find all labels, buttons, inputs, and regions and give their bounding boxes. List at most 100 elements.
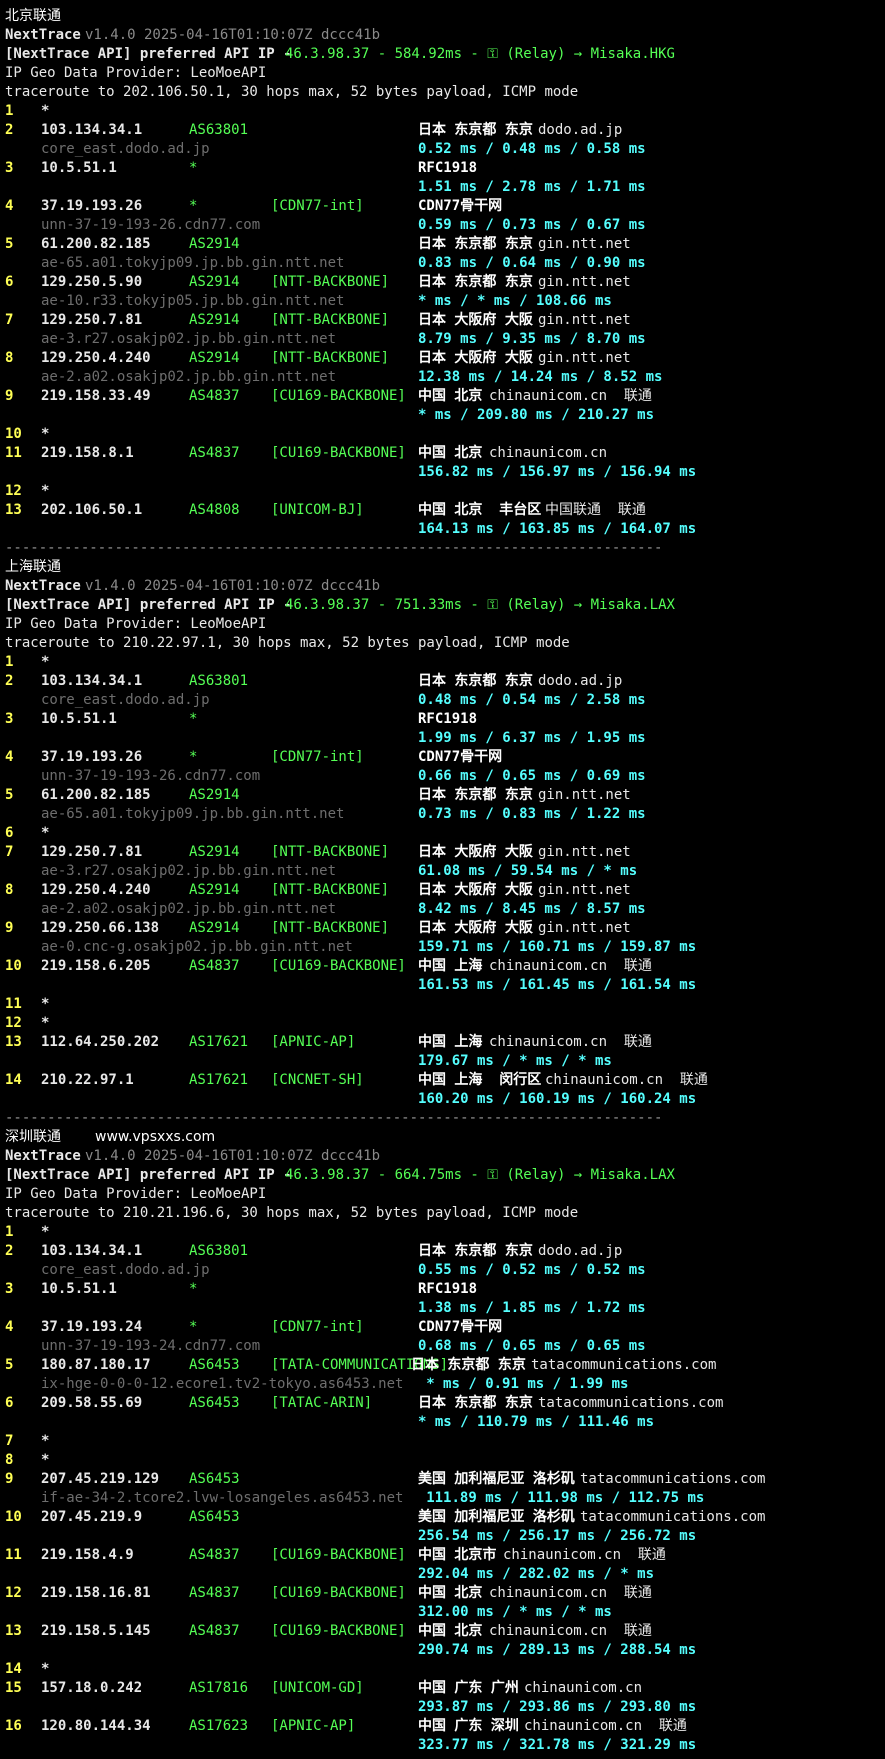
hop-row: 8 129.250.4.240 AS2914 [NTT-BACKBONE] 日本 大阪府…	[5, 349, 880, 368]
hop-rtt: 156.82 ms / 156.97 ms / 156.94 ms	[418, 464, 697, 480]
hop-geo: 日本 东京都 东京	[418, 1395, 533, 1411]
hop-ip: 219.158.16.81	[41, 1585, 151, 1601]
hop-ip: 129.250.7.81	[41, 844, 143, 860]
hop-row: 1 *	[5, 102, 880, 121]
hop-asn: AS2914	[189, 350, 240, 366]
hop-row: 13 202.106.50.1 AS4808 [UNICOM-BJ] 中国 北京 丰台区…	[5, 501, 880, 520]
hop-rdns: ix-hge-0-0-0-12.ecore1.tv2-tokyo.as6453.…	[41, 1376, 404, 1392]
hop-ip: *	[41, 483, 50, 499]
hop-number: 15	[5, 1680, 22, 1696]
hop-number: 7	[5, 1433, 14, 1449]
hop-ip: 180.87.180.17	[41, 1357, 151, 1373]
hop-rtt: 111.89 ms / 111.98 ms / 112.75 ms	[426, 1490, 705, 1506]
api-line: [NextTrace API] preferred API IP - 46.3.…	[5, 45, 880, 64]
hop-geo: 中国 北京	[418, 1585, 483, 1601]
hop-row: 13 219.158.5.145 AS4837 [CU169-BACKBONE] 中国 …	[5, 1622, 880, 1641]
hop-tag: [NTT-BACKBONE]	[271, 844, 390, 860]
hop-domain: chinaunicom.cn 联通	[503, 1547, 666, 1563]
hop-detail-row: 161.53 ms / 161.45 ms / 161.54 ms	[5, 976, 880, 995]
hop-rtt: 0.83 ms / 0.64 ms / 0.90 ms	[418, 255, 646, 271]
hop-rtt: 0.52 ms / 0.48 ms / 0.58 ms	[418, 141, 646, 157]
hop-row: 2 103.134.34.1 AS63801 日本 东京都 东京 dodo.ad.jp	[5, 1242, 880, 1261]
hop-detail-row: ae-65.a01.tokyjp09.jp.bb.gin.ntt.net 0.73…	[5, 805, 880, 824]
hop-row: 5 61.200.82.185 AS2914 日本 东京都 东京 gin.ntt.net	[5, 235, 880, 254]
hop-rdns: ae-3.r27.osakjp02.jp.bb.gin.ntt.net	[41, 863, 337, 879]
hop-rtt: 256.54 ms / 256.17 ms / 256.72 ms	[418, 1528, 697, 1544]
hop-domain: gin.ntt.net	[538, 312, 631, 328]
hop-asn: *	[189, 198, 198, 214]
hop-row: 14 210.22.97.1 AS17621 [CNCNET-SH] 中国 上海 闵行区…	[5, 1071, 880, 1090]
hop-tag: [CU169-BACKBONE]	[271, 1623, 406, 1639]
hop-ip: 209.58.55.69	[41, 1395, 143, 1411]
hop-rdns: ae-65.a01.tokyjp09.jp.bb.gin.ntt.net	[41, 255, 345, 271]
hop-ip: 61.200.82.185	[41, 236, 151, 252]
hop-number: 16	[5, 1718, 22, 1734]
hop-asn: AS2914	[189, 274, 240, 290]
traceroute-target: traceroute to 210.22.97.1, 30 hops max, …	[5, 635, 570, 651]
section-title-line: 深圳联通 www.vpsxxs.com	[5, 1128, 880, 1147]
hop-asn: *	[189, 160, 198, 176]
hop-domain: gin.ntt.net	[538, 236, 631, 252]
section-title-line: 北京联通	[5, 7, 880, 26]
hop-geo: 日本 大阪府 大阪	[418, 882, 533, 898]
hop-domain: chinaunicom.cn 联通	[489, 958, 652, 974]
hop-row: 3 10.5.51.1 * RFC1918	[5, 159, 880, 178]
hop-number: 14	[5, 1661, 22, 1677]
section-separator: ----------------------------------------…	[5, 539, 880, 558]
hop-geo: 日本 大阪府 大阪	[418, 350, 533, 366]
hop-detail-row: ae-2.a02.osakjp02.jp.bb.gin.ntt.net 12.38…	[5, 368, 880, 387]
hop-geo: 日本 东京都 东京	[418, 1243, 533, 1259]
hop-rdns: core_east.dodo.ad.jp	[41, 1262, 210, 1278]
hop-row: 12 *	[5, 482, 880, 501]
hop-tag: [NTT-BACKBONE]	[271, 312, 390, 328]
hop-ip: 219.158.33.49	[41, 388, 151, 404]
version-info: v1.4.0 2025-04-16T01:10:07Z dccc41b	[85, 578, 381, 594]
hop-row: 5 61.200.82.185 AS2914 日本 东京都 东京 gin.ntt.net	[5, 786, 880, 805]
hop-rtt: 164.13 ms / 163.85 ms / 164.07 ms	[418, 521, 697, 537]
hop-detail-row: 1.38 ms / 1.85 ms / 1.72 ms	[5, 1299, 880, 1318]
hop-detail-row: core_east.dodo.ad.jp 0.48 ms / 0.54 ms / …	[5, 691, 880, 710]
hop-rtt: 61.08 ms / 59.54 ms / * ms	[418, 863, 638, 879]
terminal-output[interactable]: 北京联通 NextTrace v1.4.0 2025-04-16T01:10:07Z…	[5, 7, 880, 1755]
hop-domain: chinaunicom.cn 联通	[489, 388, 652, 404]
hop-tag: [CU169-BACKBONE]	[271, 958, 406, 974]
hop-rtt: * ms / 0.91 ms / 1.99 ms	[426, 1376, 629, 1392]
hop-number: 8	[5, 882, 14, 898]
hop-ip: *	[41, 426, 50, 442]
hop-number: 4	[5, 198, 14, 214]
nexttrace-version-line: NextTrace v1.4.0 2025-04-16T01:10:07Z dcc…	[5, 577, 880, 596]
hop-number: 5	[5, 236, 14, 252]
hop-tag: [CDN77-int]	[271, 1319, 364, 1335]
hop-ip: *	[41, 1015, 50, 1031]
hop-ip: 202.106.50.1	[41, 502, 143, 518]
hop-number: 1	[5, 103, 14, 119]
traceroute-line: traceroute to 210.22.97.1, 30 hops max, …	[5, 634, 880, 653]
hop-rtt: 323.77 ms / 321.78 ms / 321.29 ms	[418, 1737, 697, 1753]
hop-asn: AS17623	[189, 1718, 249, 1734]
hop-asn: AS6453	[189, 1471, 240, 1487]
hop-asn: AS17621	[189, 1034, 249, 1050]
hop-geo: 中国 广东 深圳	[418, 1718, 519, 1734]
hop-number: 3	[5, 711, 14, 727]
hop-domain: dodo.ad.jp	[538, 673, 623, 689]
hop-domain: chinaunicom.cn 联通	[489, 1585, 652, 1601]
hop-row: 10 219.158.6.205 AS4837 [CU169-BACKBONE] 中国 …	[5, 957, 880, 976]
hop-ip: 10.5.51.1	[41, 160, 117, 176]
hop-rtt: 160.20 ms / 160.19 ms / 160.24 ms	[418, 1091, 697, 1107]
hop-ip: 210.22.97.1	[41, 1072, 134, 1088]
hop-row: 6 129.250.5.90 AS2914 [NTT-BACKBONE] 日本 东京都 …	[5, 273, 880, 292]
hop-ip: 219.158.4.9	[41, 1547, 134, 1563]
hop-ip: *	[41, 825, 50, 841]
hop-tag: [CU169-BACKBONE]	[271, 1585, 406, 1601]
hop-ip: *	[41, 1433, 50, 1449]
hop-detail-row: core_east.dodo.ad.jp 0.55 ms / 0.52 ms / …	[5, 1261, 880, 1280]
hop-detail-row: 160.20 ms / 160.19 ms / 160.24 ms	[5, 1090, 880, 1109]
hop-rdns: ae-65.a01.tokyjp09.jp.bb.gin.ntt.net	[41, 806, 345, 822]
traceroute-line: traceroute to 202.106.50.1, 30 hops max,…	[5, 83, 880, 102]
hop-ip: 129.250.5.90	[41, 274, 143, 290]
hop-tag: [APNIC-AP]	[271, 1718, 356, 1734]
hop-domain: gin.ntt.net	[538, 844, 631, 860]
hop-rtt: 1.38 ms / 1.85 ms / 1.72 ms	[418, 1300, 646, 1316]
hop-tag: [APNIC-AP]	[271, 1034, 356, 1050]
hop-rtt: 159.71 ms / 160.71 ms / 159.87 ms	[418, 939, 697, 955]
